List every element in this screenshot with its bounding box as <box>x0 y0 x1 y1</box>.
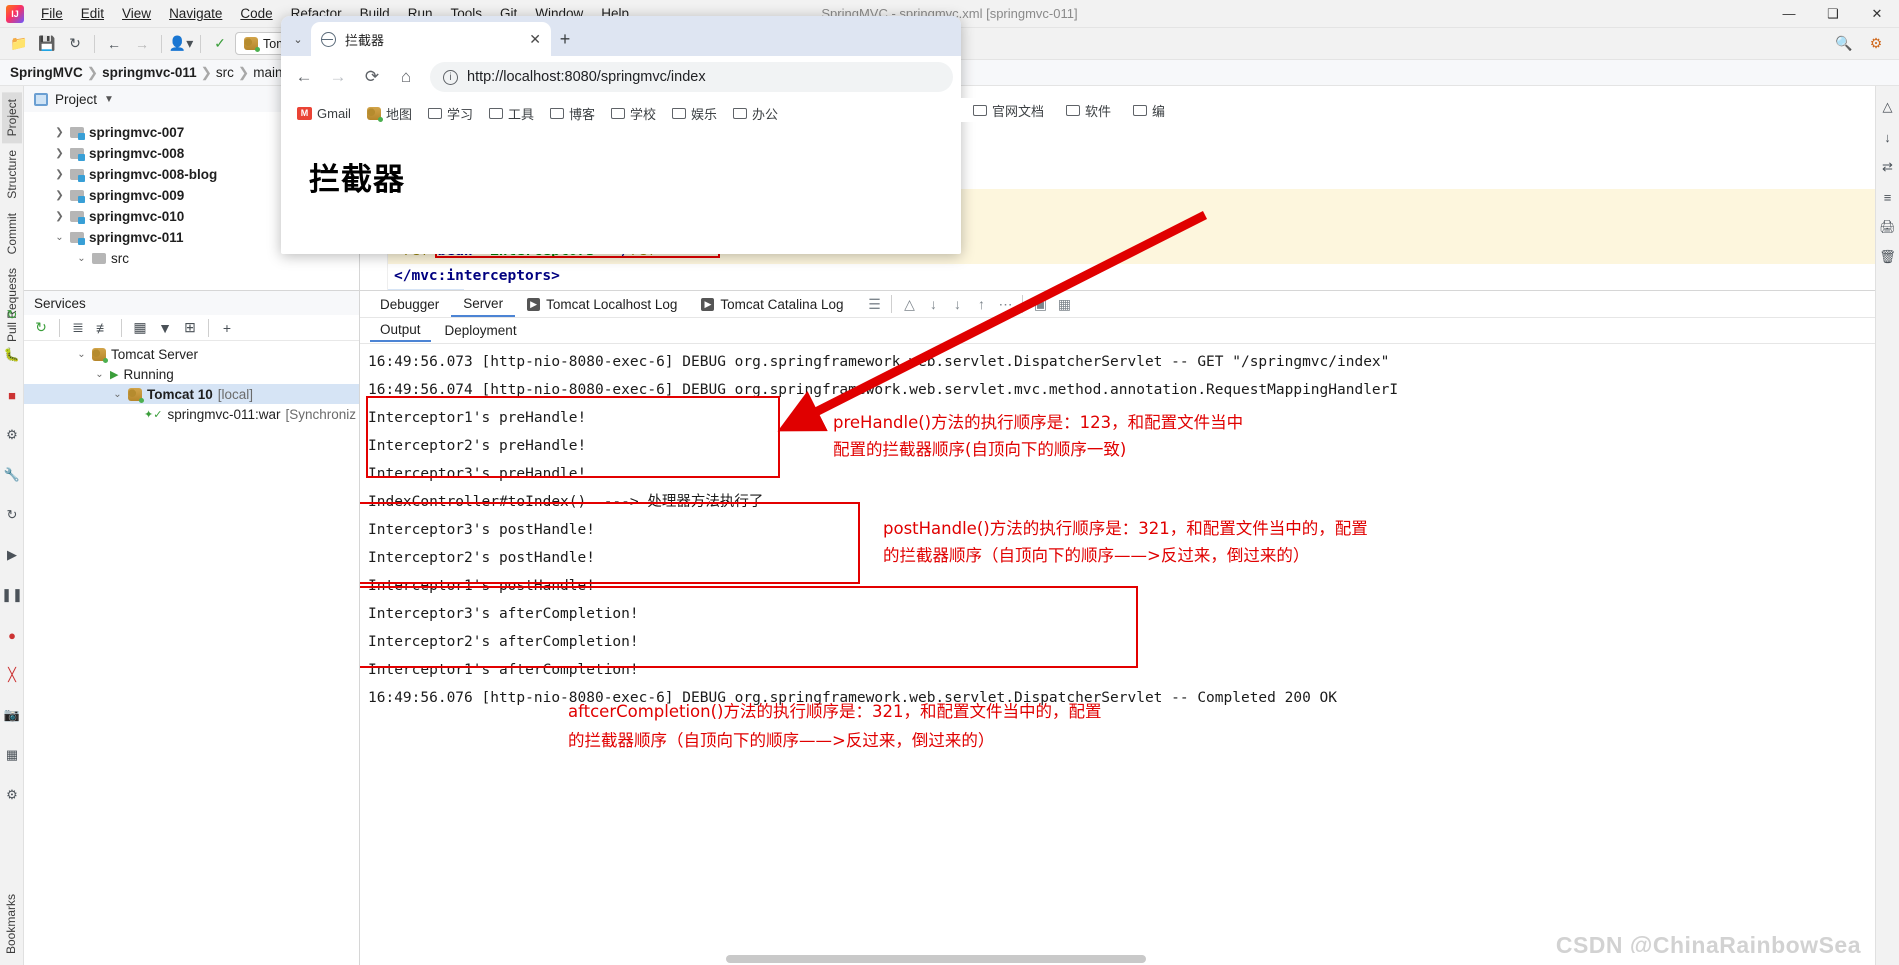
bookmark-edit[interactable]: 编 <box>1127 98 1171 123</box>
bookmark-entertainment[interactable]: 娱乐 <box>666 101 723 126</box>
close-tab-icon[interactable]: ✕ <box>529 31 541 48</box>
bookmark-blog[interactable]: 博客 <box>544 101 601 126</box>
bookmark-school[interactable]: 学校 <box>605 101 662 126</box>
address-bar[interactable]: i http://localhost:8080/springmvc/index <box>430 62 953 92</box>
browser-tab[interactable]: 拦截器 ✕ <box>311 22 551 56</box>
bookmark-label: 办公 <box>752 106 779 122</box>
bookmark-label: 地图 <box>385 106 412 122</box>
folder-icon <box>1066 104 1081 116</box>
forward-icon[interactable]: → <box>323 62 353 92</box>
folder-icon <box>973 104 987 116</box>
folder-icon <box>427 107 442 119</box>
folder-icon <box>672 107 687 119</box>
back-icon[interactable]: ← <box>289 62 319 92</box>
gmail-icon: M <box>297 106 312 120</box>
bookmark-label: 工具 <box>507 106 534 122</box>
folder-icon <box>1133 104 1148 116</box>
bookmarks-bar-overflow: 官网文档 软件 编 <box>961 98 1178 123</box>
grid-icon[interactable]: ▦ <box>1 743 23 767</box>
bookmark-software[interactable]: 软件 <box>1060 98 1117 123</box>
globe-icon <box>321 31 336 47</box>
build-module-icon[interactable]: ⚙ <box>1 423 23 447</box>
wrench-icon[interactable]: 🔧 <box>1 463 23 487</box>
bookmark-label: 编 <box>1152 103 1166 119</box>
refresh-icon[interactable]: ↻ <box>1 503 23 527</box>
chrome-browser-window: ⌄ 拦截器 ✕ + ← → ⟳ ⌂ i http://localhost:808… <box>281 16 961 254</box>
bookmark-label: 学校 <box>630 106 657 122</box>
bookmark-label: 软件 <box>1085 103 1112 119</box>
browser-page-content: 拦截器 <box>281 128 961 199</box>
bookmark-label: Gmail <box>317 105 351 121</box>
page-heading: 拦截器 <box>309 162 405 197</box>
debug-icon[interactable]: 🐛 <box>1 343 23 367</box>
browser-tab-title: 拦截器 <box>345 32 385 48</box>
mute-breakpoints-icon[interactable]: ╳ <box>1 663 23 687</box>
folder-icon <box>733 107 748 119</box>
settings-gear-icon[interactable]: ⚙ <box>1 783 23 807</box>
pause-icon[interactable]: ❚❚ <box>1 583 23 607</box>
url-text: http://localhost:8080/springmvc/index <box>467 69 706 85</box>
new-tab-button[interactable]: + <box>551 22 579 56</box>
run-play-icon[interactable]: ▶ <box>1 543 23 567</box>
home-icon[interactable]: ⌂ <box>391 62 421 92</box>
folder-icon <box>488 107 503 119</box>
info-icon[interactable]: i <box>443 69 458 85</box>
bookmark-gmail[interactable]: M Gmail <box>291 103 357 124</box>
map-icon <box>366 106 383 122</box>
stop-icon[interactable]: ■ <box>1 383 23 407</box>
rerun-icon[interactable]: ↻ <box>1 303 23 327</box>
chevron-down-icon[interactable]: ⌄ <box>285 22 311 56</box>
folder-icon <box>611 107 626 119</box>
bookmark-map[interactable]: 地图 <box>361 101 418 126</box>
bookmark-official-docs[interactable]: 官网文档 <box>967 98 1050 123</box>
bookmark-label: 博客 <box>569 106 596 122</box>
bookmark-office[interactable]: 办公 <box>727 101 784 126</box>
bookmark-label: 娱乐 <box>691 106 718 122</box>
folder-icon <box>550 107 564 119</box>
browser-navbar: ← → ⟳ ⌂ i http://localhost:8080/springmv… <box>281 56 961 98</box>
bookmark-tools[interactable]: 工具 <box>483 101 540 126</box>
bookmark-study[interactable]: 学习 <box>422 101 479 126</box>
suspend-icon[interactable]: ● <box>1 623 23 647</box>
bookmarks-bar: M Gmail 地图 学习 工具 博客 学校 娱乐 办公 <box>281 98 961 128</box>
camera-icon[interactable]: 📷 <box>1 703 23 727</box>
bookmark-label: 学习 <box>446 106 473 122</box>
reload-icon[interactable]: ⟳ <box>357 62 387 92</box>
browser-tabstrip: ⌄ 拦截器 ✕ + <box>281 16 961 56</box>
bookmark-label: 官网文档 <box>992 103 1045 119</box>
